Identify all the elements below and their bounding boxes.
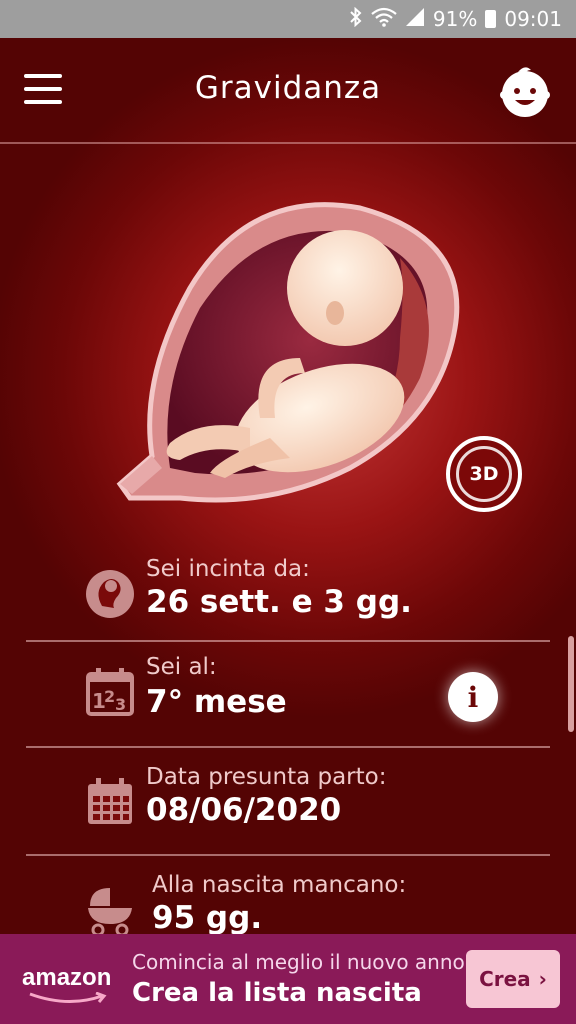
info-button[interactable]: i [448, 672, 498, 722]
page-title: Gravidanza [194, 70, 382, 106]
chevron-right-icon: › [538, 967, 547, 991]
app-header: Gravidanza [0, 38, 576, 144]
ad-headline: Crea la lista nascita [132, 978, 422, 1008]
divider [26, 640, 550, 642]
battery-percent: 91% [432, 7, 478, 31]
create-list-button[interactable]: Crea › [466, 950, 560, 1008]
baby-face-icon[interactable] [496, 62, 554, 120]
fetus-illustration[interactable] [100, 168, 480, 508]
svg-text:2: 2 [104, 687, 115, 706]
calendar-123-icon: 1 2 3 [84, 666, 136, 718]
fetus-icon [84, 568, 136, 620]
days-to-birth-value: 95 gg. [152, 900, 263, 936]
stroller-icon [84, 884, 136, 937]
amazon-logo: amazon [22, 964, 112, 991]
pregnant-since-row: Sei incinta da: 26 sett. e 3 gg. [26, 556, 550, 660]
bluetooth-icon [349, 6, 363, 32]
svg-text:3: 3 [115, 695, 126, 714]
divider [26, 746, 550, 748]
calendar-icon [84, 776, 136, 828]
app-content: Gravidanza 3D Sei incinta da: 26 sett. e… [0, 38, 576, 937]
amazon-smile-icon [29, 992, 107, 1004]
due-date-row: Data presunta parto: 08/06/2020 [26, 762, 550, 866]
view-3d-button[interactable]: 3D [446, 436, 522, 512]
signal-icon [405, 7, 425, 32]
create-list-label: Crea [479, 967, 531, 991]
wifi-icon [371, 7, 397, 32]
scrollbar[interactable] [568, 636, 574, 732]
current-month-label: Sei al: [146, 654, 217, 680]
ad-banner[interactable]: amazon Comincia al meglio il nuovo anno.… [0, 934, 576, 1024]
due-date-value: 08/06/2020 [146, 792, 342, 828]
current-month-value: 7° mese [146, 684, 287, 720]
pregnant-since-value: 26 sett. e 3 gg. [146, 584, 412, 620]
pregnant-since-label: Sei incinta da: [146, 556, 310, 582]
days-to-birth-label: Alla nascita mancano: [152, 872, 407, 898]
clock: 09:01 [504, 7, 562, 31]
view-3d-label: 3D [456, 446, 512, 502]
divider [26, 854, 550, 856]
ad-tagline: Comincia al meglio il nuovo anno. [132, 950, 471, 974]
due-date-label: Data presunta parto: [146, 764, 387, 790]
battery-icon [485, 10, 497, 28]
status-bar: 91% 09:01 [0, 0, 576, 38]
